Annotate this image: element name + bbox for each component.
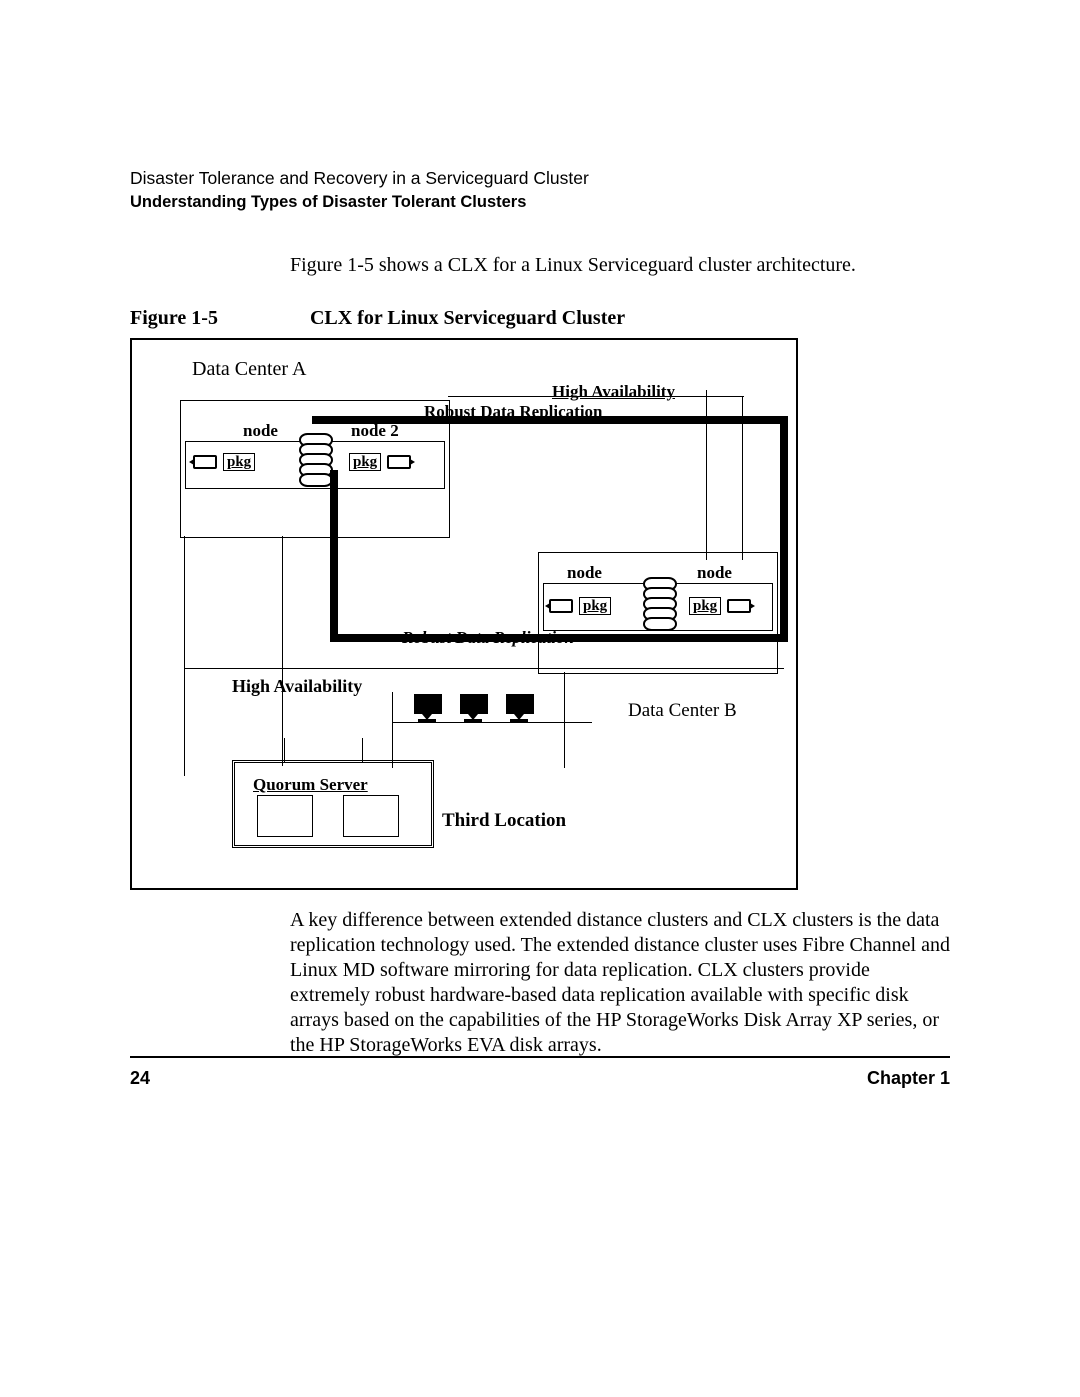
high-availability-label-bottom: High Availability [232,676,362,697]
ha-line-left-v2 [282,536,283,766]
architecture-diagram: Data Center A High Availability Robust D… [130,338,798,890]
node-label-a2: node 2 [351,421,399,441]
server-icon [257,795,313,837]
pkg-box-b1: pkg [549,597,611,615]
pkg-label-a2: pkg [349,453,381,471]
datacenter-a-label: Data Center A [192,358,306,381]
monitor-rail-right [564,672,565,768]
pkg-box-a2: pkg [349,453,411,471]
node-label-a1: node [243,421,278,441]
ha-line-top [448,396,744,397]
replication-link-top [312,416,788,424]
node-label-b1: node [567,563,602,583]
switch-icon [727,599,751,613]
monitor-icon [414,694,440,722]
quorum-link-1 [284,738,285,762]
body-paragraph: A key difference between extended distan… [290,908,950,1058]
footer-rule [130,1056,950,1058]
switch-icon [549,599,573,613]
third-location-label: Third Location [442,810,566,832]
page: Disaster Tolerance and Recovery in a Ser… [0,0,1080,1058]
monitor-icon [506,694,532,722]
pkg-label-a1: pkg [223,453,255,471]
pkg-label-b2: pkg [689,597,721,615]
quorum-link-2 [362,738,363,762]
disk-stack-a [299,433,329,487]
switch-icon [387,455,411,469]
pkg-box-a1: pkg [193,453,255,471]
client-monitors [414,694,532,722]
monitor-rail-left [392,692,393,768]
server-icon [343,795,399,837]
monitor-rail-bottom [392,722,592,723]
replication-link-left [330,470,338,642]
page-number: 24 [130,1068,150,1089]
ha-line-right-v [742,396,743,560]
high-availability-label-top: High Availability [552,382,675,402]
chapter-label: Chapter 1 [867,1068,950,1089]
figure-title: CLX for Linux Serviceguard Cluster [310,307,625,329]
pkg-label-b1: pkg [579,597,611,615]
ha-line-left-v [184,536,185,776]
quorum-server-box: Quorum Server [232,760,434,848]
figure-number: Figure 1-5 [130,307,218,329]
pkg-box-b2: pkg [689,597,751,615]
node-label-b2: node [697,563,732,583]
disk-stack-b [643,577,673,631]
figure-caption: Figure 1-5 CLX for Linux Serviceguard Clu… [130,307,950,330]
datacenter-b-label: Data Center B [628,700,737,722]
ha-line-right-v2 [706,390,707,560]
figure-intro-text: Figure 1-5 shows a CLX for a Linux Servi… [290,254,950,277]
datacenter-b-panel: node node pkg pkg [538,552,778,674]
switch-icon [193,455,217,469]
monitor-icon [460,694,486,722]
replication-link-right [780,416,788,634]
running-header-section: Understanding Types of Disaster Tolerant… [130,193,950,212]
quorum-server-label: Quorum Server [253,775,368,795]
running-header-title: Disaster Tolerance and Recovery in a Ser… [130,168,950,189]
